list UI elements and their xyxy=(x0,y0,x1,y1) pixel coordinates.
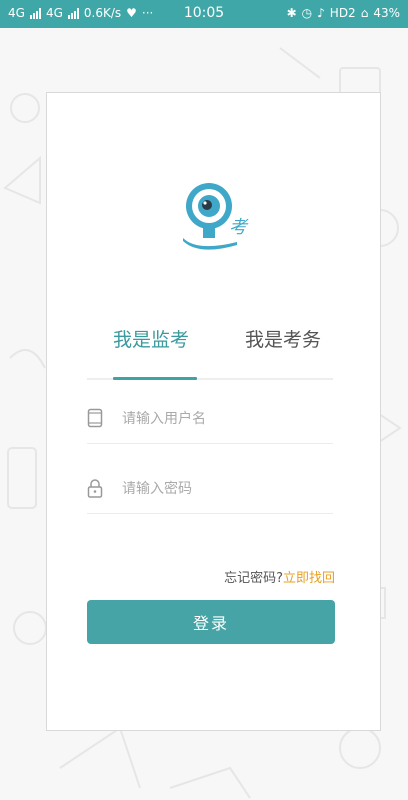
alarm-icon: ◷ xyxy=(301,6,313,20)
tab-invigilator[interactable]: 我是监考 xyxy=(113,325,189,352)
active-tab-indicator xyxy=(113,377,197,380)
recover-password-link[interactable]: 立即找回 xyxy=(283,571,335,586)
password-input[interactable] xyxy=(120,473,334,505)
lock-icon xyxy=(87,479,103,498)
username-field xyxy=(87,393,334,444)
login-button[interactable]: 登录 xyxy=(87,600,335,644)
forgot-password: 忘记密码?立即找回 xyxy=(224,567,335,586)
forgot-password-text: 忘记密码? xyxy=(224,571,283,586)
webcam-logo-icon: 考 xyxy=(183,183,249,250)
tab-exam-affairs[interactable]: 我是考务 xyxy=(245,325,321,352)
username-input[interactable] xyxy=(120,403,334,435)
phone-icon xyxy=(87,408,103,428)
hd-indicator: HD2 xyxy=(329,6,356,20)
status-right: ✱ ◷ ♪ HD2 ⌂ 43% xyxy=(287,6,400,20)
wifi-icon: ⌂ xyxy=(360,6,369,20)
mute-icon: ♪ xyxy=(317,6,325,20)
battery-level: 43% xyxy=(373,6,400,20)
login-card: 考 我是监考 我是考务 忘记密码?立即找回 登录 xyxy=(46,92,381,731)
svg-text:考: 考 xyxy=(229,217,249,238)
password-field xyxy=(87,463,334,514)
status-bar: 4G 4G 0.6K/s ♥ ··· 10:05 ✱ ◷ ♪ HD2 ⌂ 43% xyxy=(0,0,408,28)
bluetooth-icon: ✱ xyxy=(286,6,297,20)
